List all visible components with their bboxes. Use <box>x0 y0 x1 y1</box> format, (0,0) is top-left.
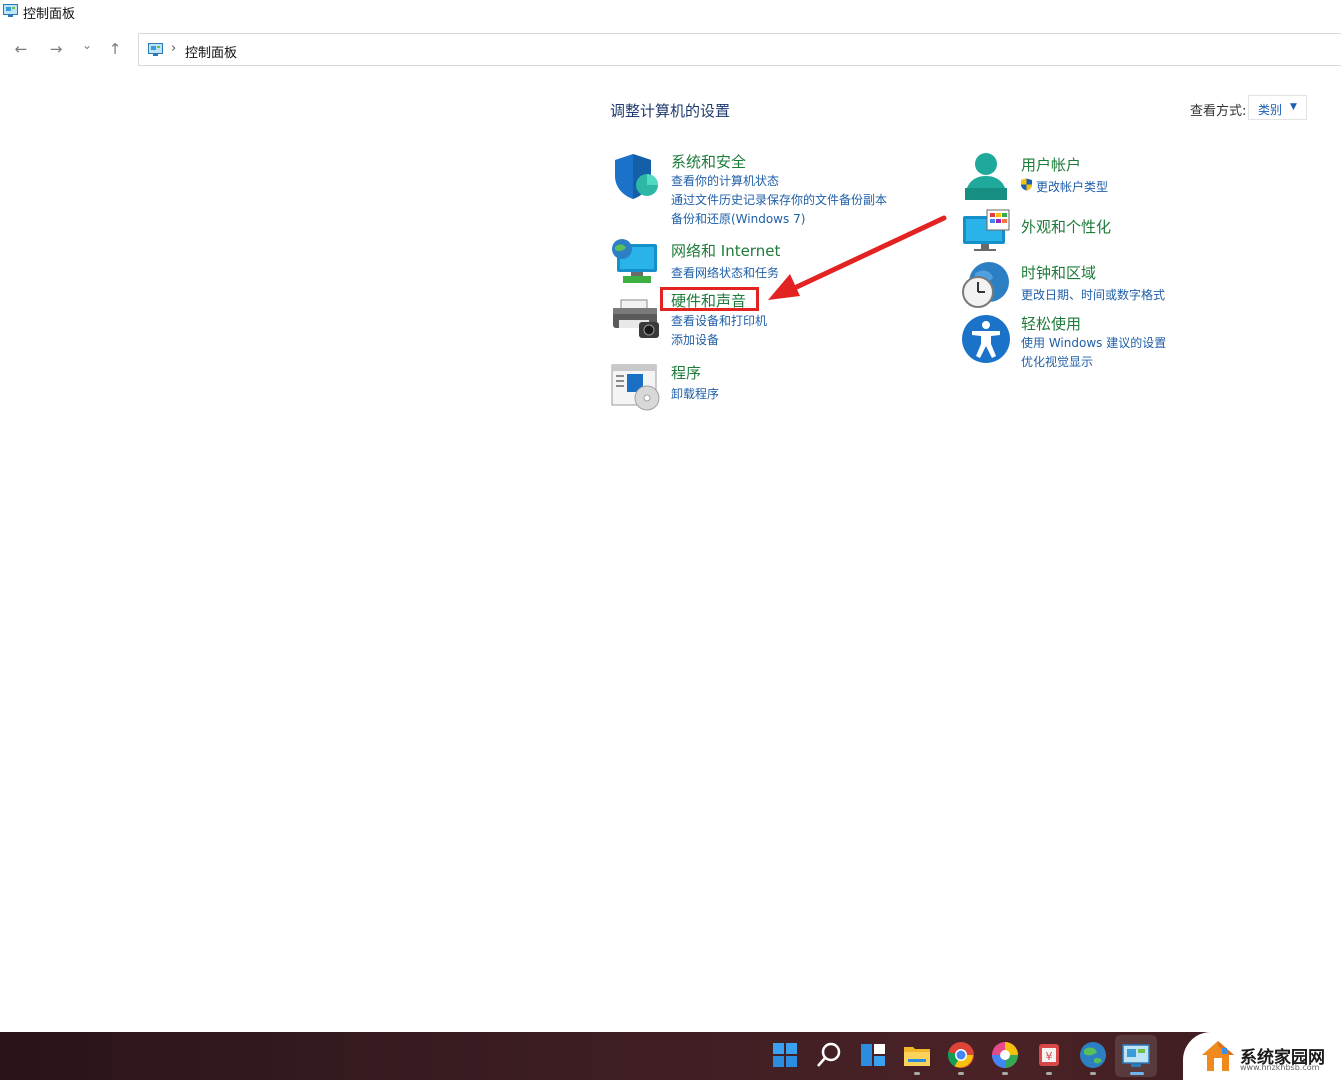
active-indicator <box>1130 1072 1144 1075</box>
category-system-security[interactable]: 系统和安全 <box>671 151 746 172</box>
widgets-icon[interactable] <box>858 1040 888 1070</box>
back-icon[interactable]: ← <box>11 40 31 58</box>
link-uninstall-program[interactable]: 卸载程序 <box>671 385 719 402</box>
shield-icon <box>615 154 658 199</box>
control-panel-icon[interactable] <box>1121 1040 1151 1070</box>
link-file-history[interactable]: 通过文件历史记录保存你的文件备份副本 <box>671 191 887 208</box>
highlight-box <box>660 287 759 311</box>
clock-globe-icon <box>962 262 1009 308</box>
window-title: 控制面板 <box>23 7 76 22</box>
user-icon <box>965 153 1007 200</box>
dropdown-arrow-icon: ▼ <box>1290 102 1297 112</box>
app-icon[interactable]: ¥ <box>1034 1040 1064 1070</box>
running-indicator <box>1002 1072 1008 1075</box>
recent-locations-icon[interactable]: ⌄ <box>77 38 97 52</box>
link-recommended-settings[interactable]: 使用 Windows 建议的设置 <box>1021 334 1166 351</box>
annotation-arrow <box>768 215 947 300</box>
link-change-date-time-format[interactable]: 更改日期、时间或数字格式 <box>1021 286 1165 303</box>
category-programs[interactable]: 程序 <box>671 362 701 383</box>
house-logo-icon <box>1202 1041 1234 1071</box>
link-change-account-type[interactable]: 更改帐户类型 <box>1036 178 1108 195</box>
view-by-dropdown[interactable]: 类别 ▼ <box>1248 95 1307 120</box>
network-icon <box>612 239 657 283</box>
address-bar[interactable]: › 控制面板 <box>138 33 1341 66</box>
page-title: 调整计算机的设置 <box>610 102 731 120</box>
category-appearance-personalization[interactable]: 外观和个性化 <box>1021 216 1111 237</box>
search-icon[interactable] <box>814 1040 844 1070</box>
control-panel-icon <box>148 43 163 56</box>
category-ease-of-access[interactable]: 轻松使用 <box>1021 313 1081 334</box>
windows-start-icon[interactable] <box>770 1040 800 1070</box>
running-indicator <box>958 1072 964 1075</box>
link-optimize-visual-display[interactable]: 优化视觉显示 <box>1021 353 1093 370</box>
running-indicator <box>1046 1072 1052 1075</box>
title-bar: 控制面板 <box>0 0 1341 24</box>
file-explorer-icon[interactable] <box>902 1040 932 1070</box>
link-view-computer-status[interactable]: 查看你的计算机状态 <box>671 172 779 189</box>
view-by-label: 查看方式: <box>1190 104 1247 119</box>
svg-text:¥: ¥ <box>1046 1050 1053 1063</box>
category-clock-region[interactable]: 时钟和区域 <box>1021 262 1096 283</box>
forward-icon[interactable]: → <box>46 40 66 58</box>
colorful-browser-icon[interactable] <box>990 1040 1020 1070</box>
view-by-value: 类别 <box>1258 103 1283 117</box>
watermark-url: www.hnzkhbsb.com <box>1240 1063 1320 1072</box>
link-devices-printers[interactable]: 查看设备和打印机 <box>671 312 767 329</box>
control-panel-icon <box>3 4 18 17</box>
running-indicator <box>914 1072 920 1075</box>
programs-icon <box>611 364 660 411</box>
appearance-icon <box>963 209 1010 251</box>
breadcrumb-control-panel[interactable]: 控制面板 <box>185 42 237 61</box>
chrome-icon[interactable] <box>946 1040 976 1070</box>
up-icon[interactable]: ↑ <box>105 40 125 58</box>
uac-shield-icon <box>1021 178 1032 191</box>
printer-icon <box>613 299 659 338</box>
earth-icon[interactable] <box>1078 1040 1108 1070</box>
running-indicator <box>1090 1072 1096 1075</box>
accessibility-icon <box>962 315 1010 363</box>
category-user-accounts[interactable]: 用户帐户 <box>1021 154 1081 175</box>
link-add-device[interactable]: 添加设备 <box>671 331 719 348</box>
breadcrumb-separator: › <box>171 41 177 56</box>
